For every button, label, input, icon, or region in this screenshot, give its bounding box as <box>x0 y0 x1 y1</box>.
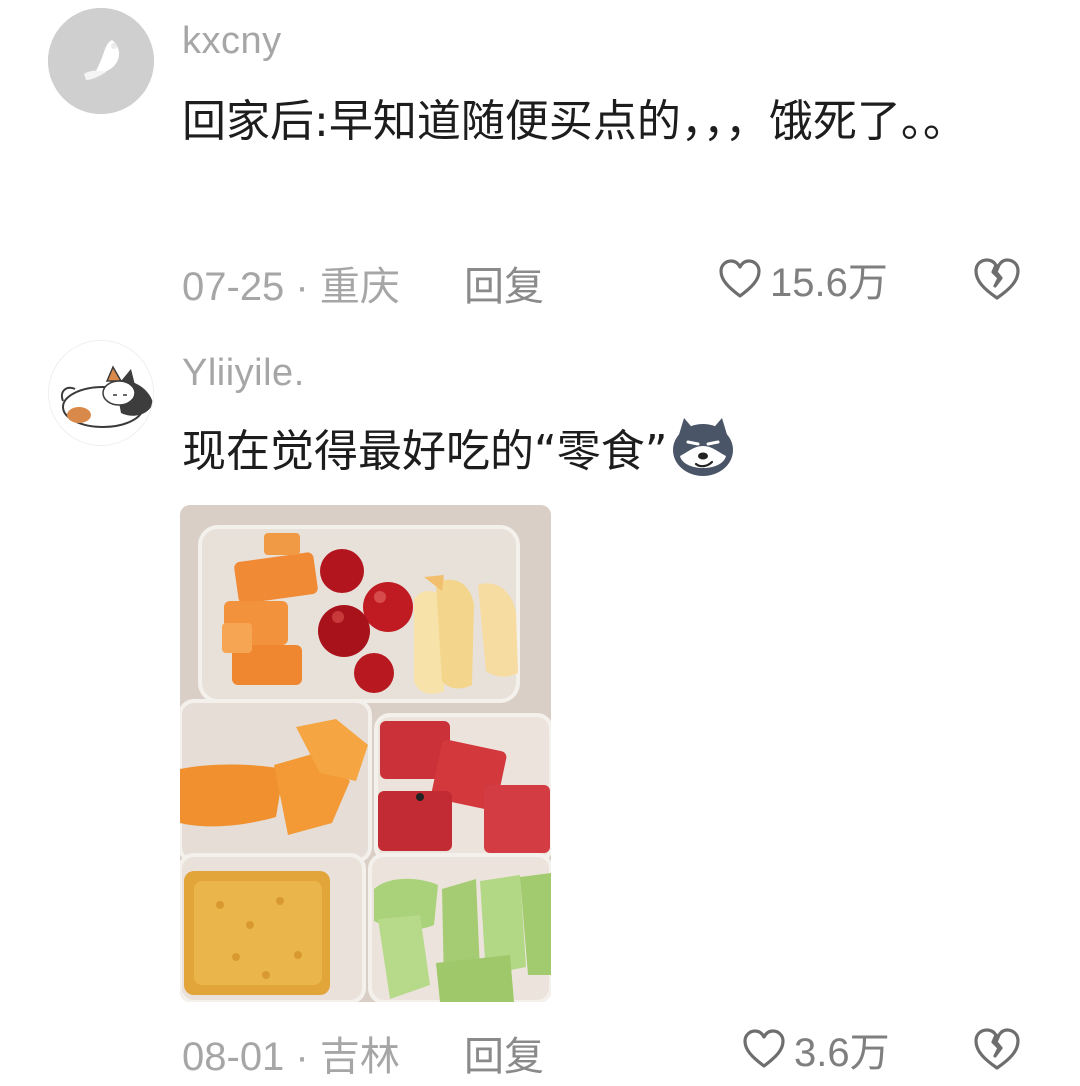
husky-smirk-emoji <box>672 418 733 476</box>
comment-item: Yliiyile. 现在觉得最好吃的“零食” 08-01 · 吉林 回复 3.6… <box>0 0 1080 1086</box>
reply-button[interactable]: 回复 <box>464 1024 544 1082</box>
username[interactable]: Yliiyile. <box>182 352 305 395</box>
fruit-container-photo[interactable] <box>180 505 551 1002</box>
sleeping-cat-avatar-icon <box>49 341 153 445</box>
user-avatar[interactable] <box>48 340 154 446</box>
comment-text-body: 现在觉得最好吃的“零食” <box>182 426 668 477</box>
like-count: 3.6万 <box>794 1031 890 1075</box>
like-button[interactable]: 3.6万 <box>742 1024 890 1075</box>
fruit-photo-illustration <box>180 505 551 1002</box>
comment-meta: 08-01 · 吉林 回复 3.6万 <box>182 1024 1042 1079</box>
broken-heart-icon[interactable] <box>972 1026 1022 1072</box>
comment-text: 现在觉得最好吃的“零食” <box>182 414 1022 490</box>
date-location: 08-01 · 吉林 <box>182 1035 400 1079</box>
heart-icon <box>743 1029 785 1068</box>
